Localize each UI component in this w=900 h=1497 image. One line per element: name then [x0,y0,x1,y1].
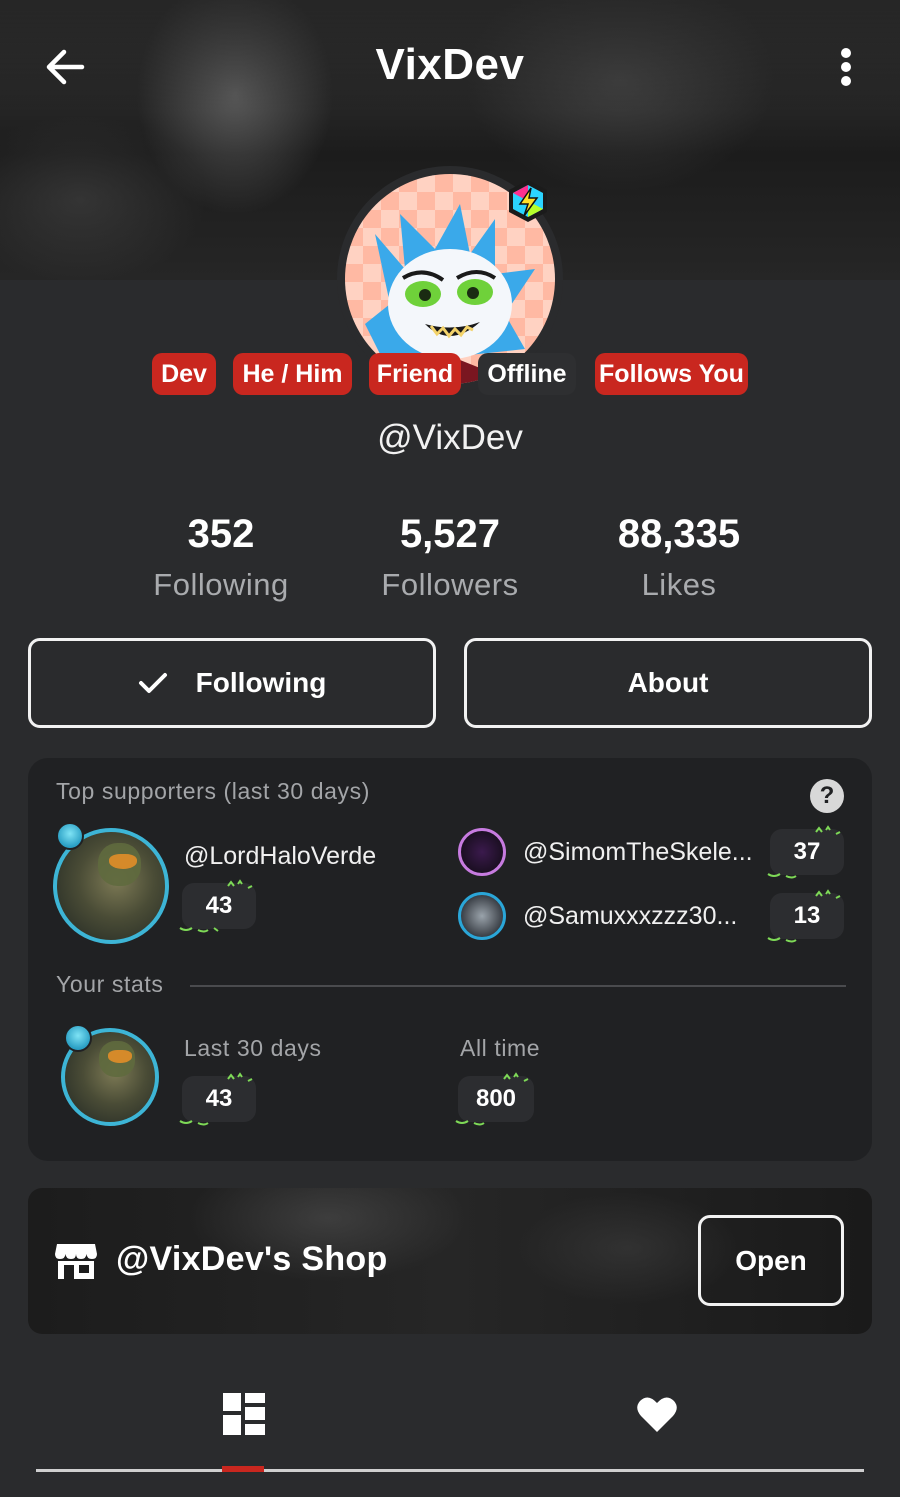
heart-icon[interactable] [636,1394,678,1434]
stat-value: 88,335 [617,512,741,556]
supporter-badge-icon [64,1024,92,1052]
stat-followers[interactable]: 5,527 Followers [330,512,570,603]
supporter-name[interactable]: @Samuxxxzzz30... [523,902,737,931]
following-button[interactable]: Following [28,638,436,728]
stat-label: Following [153,567,289,602]
stat-value: 352 [187,512,255,556]
shop-open-button[interactable]: Open [698,1215,844,1306]
your-stats-title: Your stats [56,971,164,997]
stat-label: Followers [381,567,519,602]
supporter-count: 37 [770,829,844,875]
grid-icon[interactable] [222,1392,266,1436]
supporters-title: Top supporters (last 30 days) [56,778,370,804]
profile-handle: @VixDev [377,418,523,457]
checkmark-icon [138,673,167,693]
last-30-days-value: 43 [182,1076,256,1122]
top-supporter-name[interactable]: @LordHaloVerde [184,842,376,871]
content-tabs [36,1370,864,1473]
tab-active-indicator [222,1466,264,1472]
tag-friend: Friend [369,353,461,395]
divider [190,985,846,987]
vertical-dots-icon [841,48,851,86]
top-supporter-count: 43 [182,883,256,929]
supporter-avatar[interactable] [458,828,506,876]
profile-tags: Dev He / Him Friend Offline Follows You [0,353,900,395]
tab-underline [36,1469,864,1472]
bolt-badge-icon [509,180,547,222]
last-30-days-label: Last 30 days [184,1035,322,1061]
following-button-label: Following [195,667,327,698]
stat-following[interactable]: 352 Following [101,512,341,603]
page-title: VixDev [375,40,525,89]
supporter-name[interactable]: @SimomTheSkele... [523,838,753,867]
about-button[interactable]: About [464,638,872,728]
supporter-count: 13 [770,893,844,939]
stat-value: 5,527 [399,512,501,556]
avatar-visor [108,1050,132,1063]
supporter-badge-icon [56,822,84,850]
tag-follows-you: Follows You [595,353,748,395]
tag-dev: Dev [152,353,216,395]
all-time-value: 800 [458,1076,534,1122]
avatar-visor [108,853,137,869]
about-button-label: About [627,667,709,698]
supporters-card: Top supporters (last 30 days) ? @LordHal… [28,758,872,1161]
tag-pronouns: He / Him [233,353,352,395]
stat-label: Likes [641,567,717,602]
tag-status: Offline [478,353,576,395]
shop-banner: @VixDev's Shop Open [28,1188,872,1334]
shop-title: @VixDev's Shop [116,1240,388,1278]
storefront-icon [55,1244,97,1279]
stat-likes[interactable]: 88,335 Likes [559,512,799,603]
all-time-label: All time [460,1035,541,1061]
help-icon[interactable]: ? [810,779,844,813]
supporter-avatar[interactable] [458,892,506,940]
more-options-button[interactable] [828,42,864,92]
